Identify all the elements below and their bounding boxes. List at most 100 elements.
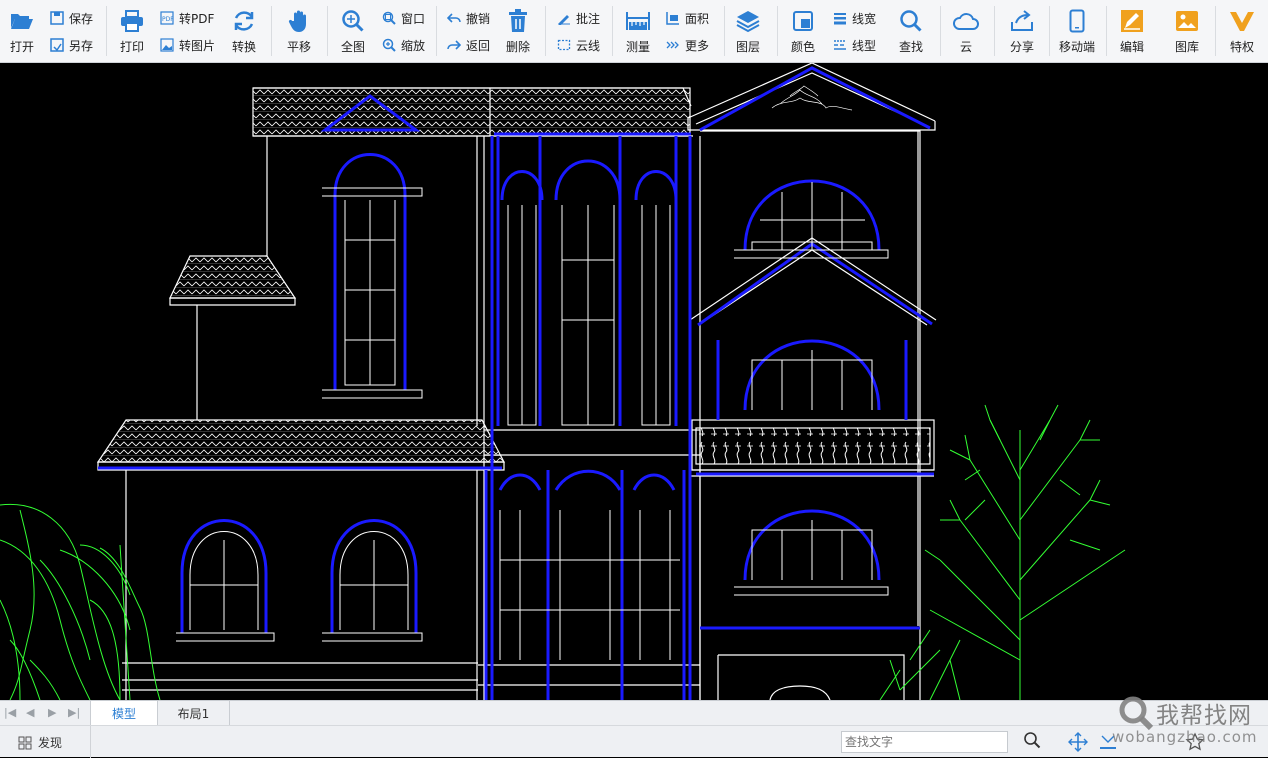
gallery-button[interactable]: 图库 bbox=[1172, 0, 1202, 55]
annotate-button[interactable]: 批注 bbox=[556, 9, 600, 27]
convert-button[interactable]: 转换 bbox=[228, 0, 260, 55]
separator bbox=[994, 6, 995, 56]
find-button[interactable]: 查找 bbox=[896, 0, 926, 55]
separator bbox=[612, 6, 613, 56]
annotate-icon bbox=[556, 10, 572, 26]
pan-label: 平移 bbox=[286, 40, 311, 54]
save-as-button[interactable]: 另存 bbox=[49, 36, 93, 54]
edit-label: 编辑 bbox=[1119, 40, 1144, 54]
share-label: 分享 bbox=[1009, 40, 1034, 54]
ruler-icon bbox=[625, 8, 651, 34]
gable-ornament bbox=[771, 85, 853, 111]
more-icon bbox=[665, 37, 681, 53]
redo-icon bbox=[446, 37, 462, 53]
back-label: 返回 bbox=[466, 38, 491, 53]
share-icon bbox=[1009, 8, 1035, 34]
separator bbox=[940, 6, 941, 56]
full-view-button[interactable]: 全图 bbox=[338, 0, 368, 55]
discover-button[interactable]: 发现 bbox=[18, 734, 62, 751]
status-bar: 发现 bbox=[0, 725, 1268, 758]
separator bbox=[271, 6, 272, 56]
to-pdf-label: 转PDF bbox=[179, 11, 215, 26]
folder-open-icon bbox=[9, 8, 35, 34]
tree-left bbox=[0, 503, 161, 700]
trash-icon bbox=[505, 8, 531, 34]
edit-button[interactable]: 编辑 bbox=[1117, 0, 1147, 55]
cloud-button[interactable]: 云 bbox=[951, 0, 981, 55]
undo-button[interactable]: 撤销 bbox=[446, 9, 490, 27]
window-label: 窗口 bbox=[401, 11, 426, 26]
search-text-input[interactable] bbox=[841, 731, 1008, 753]
move-icon[interactable] bbox=[1068, 732, 1088, 752]
line-type-label: 线型 bbox=[852, 38, 877, 53]
grid-icon bbox=[18, 736, 32, 750]
star-icon[interactable] bbox=[1185, 732, 1205, 752]
drawing-canvas[interactable] bbox=[0, 63, 1268, 700]
mobile-phone-icon bbox=[1064, 8, 1090, 34]
zoom-button[interactable]: 缩放 bbox=[381, 36, 425, 54]
privilege-label: 特权 bbox=[1229, 40, 1254, 54]
cloud-label: 云 bbox=[959, 40, 972, 54]
gallery-label: 图库 bbox=[1174, 40, 1199, 54]
tab-layout1[interactable]: 布局1 bbox=[158, 701, 230, 725]
zoom-in-icon bbox=[381, 37, 397, 53]
save-icon bbox=[49, 10, 65, 26]
window-zoom-button[interactable]: 窗口 bbox=[381, 9, 425, 27]
zoom-extents-icon bbox=[340, 8, 366, 34]
convert-label: 转换 bbox=[231, 40, 256, 54]
cloud-icon bbox=[953, 8, 979, 34]
tab-layout1-label: 布局1 bbox=[177, 706, 210, 721]
last-tab-icon[interactable]: ▶| bbox=[68, 706, 80, 719]
separator bbox=[436, 6, 437, 56]
more-button[interactable]: 更多 bbox=[665, 36, 709, 54]
separator bbox=[1106, 6, 1107, 56]
image-icon bbox=[159, 37, 175, 53]
delete-button[interactable]: 删除 bbox=[503, 0, 533, 55]
annotate-label: 批注 bbox=[576, 11, 601, 26]
back-button[interactable]: 返回 bbox=[446, 36, 490, 54]
area-button[interactable]: 面积 bbox=[665, 9, 709, 27]
first-tab-icon[interactable]: |◀ bbox=[4, 706, 16, 719]
save-as-label: 另存 bbox=[69, 38, 94, 53]
separator bbox=[1049, 6, 1050, 56]
toolbar: 打开 保存 另存 打印 PDF 转PDF 转图片 转换 平移 全图 窗口 缩放 … bbox=[0, 0, 1268, 63]
snap-icon[interactable] bbox=[1098, 732, 1118, 752]
layers-label: 图层 bbox=[735, 40, 760, 54]
tab-model[interactable]: 模型 bbox=[90, 701, 158, 725]
full-view-label: 全图 bbox=[340, 40, 365, 54]
pan-button[interactable]: 平移 bbox=[284, 0, 314, 55]
to-image-button[interactable]: 转图片 bbox=[159, 36, 215, 54]
open-button[interactable]: 打开 bbox=[6, 0, 38, 55]
cloud-line-label: 云线 bbox=[576, 38, 601, 53]
color-button[interactable]: 颜色 bbox=[788, 0, 818, 55]
next-tab-icon[interactable]: ▶ bbox=[48, 706, 56, 719]
to-pdf-button[interactable]: PDF 转PDF bbox=[159, 9, 214, 27]
save-button[interactable]: 保存 bbox=[49, 9, 93, 27]
layers-icon bbox=[735, 8, 761, 34]
refresh-icon bbox=[231, 8, 257, 34]
open-label: 打开 bbox=[9, 40, 34, 54]
search-button[interactable] bbox=[1012, 730, 1052, 754]
print-button[interactable]: 打印 bbox=[116, 0, 148, 55]
separator bbox=[90, 726, 91, 758]
color-label: 颜色 bbox=[790, 40, 815, 54]
area-label: 面积 bbox=[685, 11, 710, 26]
privilege-button[interactable]: 特权 bbox=[1227, 0, 1257, 55]
line-type-button[interactable]: 线型 bbox=[832, 36, 876, 54]
tab-model-label: 模型 bbox=[111, 706, 136, 721]
measure-button[interactable]: 测量 bbox=[623, 0, 653, 55]
line-width-button[interactable]: 线宽 bbox=[832, 9, 876, 27]
cloud-line-button[interactable]: 云线 bbox=[556, 36, 600, 54]
separator bbox=[106, 6, 107, 56]
line-width-icon bbox=[832, 10, 848, 26]
prev-tab-icon[interactable]: ◀ bbox=[26, 706, 34, 719]
measure-label: 测量 bbox=[625, 40, 650, 54]
vip-v-icon bbox=[1229, 8, 1255, 34]
undo-label: 撤销 bbox=[466, 11, 491, 26]
separator bbox=[327, 6, 328, 56]
mobile-button[interactable]: 移动端 bbox=[1057, 0, 1097, 55]
mobile-label: 移动端 bbox=[1058, 40, 1095, 54]
share-button[interactable]: 分享 bbox=[1006, 0, 1038, 55]
layers-button[interactable]: 图层 bbox=[733, 0, 763, 55]
zoom-label: 缩放 bbox=[401, 38, 426, 53]
